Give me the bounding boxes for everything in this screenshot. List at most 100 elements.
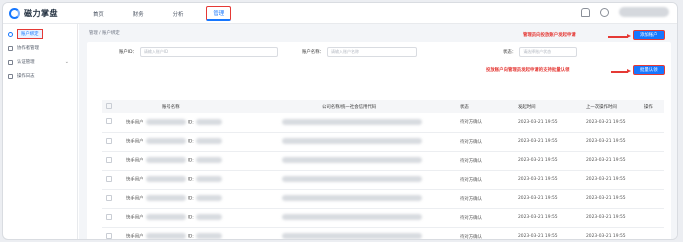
- row-checkbox[interactable]: [106, 213, 112, 220]
- logo[interactable]: 磁力掌盘: [9, 7, 58, 19]
- redacted-name: [145, 214, 186, 221]
- nav-home[interactable]: 首页: [87, 8, 110, 20]
- redacted-id: [195, 119, 222, 125]
- row-checkbox[interactable]: [106, 194, 112, 201]
- cell-created: 2023-03-21 19:55: [518, 151, 586, 171]
- breadcrumb: 管理 / 账户绑定: [89, 31, 120, 36]
- table-row[interactable]: 快手用户 ID: 待对方确认 2023-03-21 19:55 2023-03-21 1…: [102, 170, 664, 190]
- sidebar-item-collaborators[interactable]: 协作者管理: [3, 41, 77, 55]
- nav-finance[interactable]: 财务: [127, 8, 150, 20]
- redacted-company: [282, 138, 422, 145]
- bulk-claim-button[interactable]: 批量认领: [633, 65, 665, 75]
- cell-created: 2023-03-21 19:55: [518, 170, 586, 190]
- row-select[interactable]: [102, 113, 122, 133]
- nav-analysis[interactable]: 分析: [167, 8, 190, 20]
- cell-account-name: 快手用户 ID:: [122, 132, 282, 152]
- filter-account-name: 账户名称： 请输入账户名称: [302, 47, 417, 57]
- cell-actions[interactable]: [644, 132, 664, 152]
- cell-updated: 2023-03-21 19:55: [586, 132, 644, 152]
- table-row[interactable]: 快手用户 ID: 待对方确认 2023-03-21 19:55 2023-03-21 1…: [102, 227, 664, 240]
- select-all-checkbox[interactable]: [106, 102, 112, 109]
- cell-updated: 2023-03-21 19:55: [586, 151, 644, 171]
- account-id-label: ID:: [187, 120, 194, 126]
- cell-status: 待对方确认: [460, 189, 518, 209]
- row-checkbox[interactable]: [106, 118, 112, 125]
- account-id-input[interactable]: 请输入账户ID: [139, 47, 278, 57]
- redacted-name: [145, 176, 186, 183]
- redacted-name: [145, 195, 186, 202]
- table-row[interactable]: 快手用户 ID: 待对方确认 2023-03-21 19:55 2023-03-21 1…: [102, 151, 664, 171]
- redacted-id: [195, 138, 222, 145]
- accounts-table: 账号名称 公司名称/统一社会信用代码 状态 发起时间 上一次操作时间 操作 快手…: [102, 100, 664, 240]
- row-checkbox[interactable]: [106, 175, 112, 182]
- account-id-label: ID:: [187, 196, 194, 202]
- table-row[interactable]: 快手用户 ID: 待对方确认 2023-03-21 19:55 2023-03-21 1…: [102, 208, 664, 228]
- chevron-down-icon: ⌄: [64, 59, 69, 65]
- account-name: 快手用户: [126, 139, 144, 145]
- cell-actions[interactable]: [644, 151, 664, 171]
- sidebar-item-label: 账户绑定: [17, 29, 43, 39]
- row-checkbox[interactable]: [106, 137, 112, 144]
- account-name: 快手用户: [126, 177, 144, 183]
- cell-status: 待对方确认: [460, 170, 518, 190]
- row-checkbox[interactable]: [106, 156, 112, 163]
- header-created: 发起时间: [518, 100, 586, 113]
- cell-account-name: 快手用户 ID:: [122, 170, 282, 190]
- add-account-button[interactable]: 添加账户: [633, 30, 665, 40]
- cell-actions[interactable]: [644, 227, 664, 239]
- cell-actions[interactable]: [644, 208, 664, 228]
- cell-created: 2023-03-21 19:55: [518, 208, 586, 228]
- cell-status: 待对方确认: [460, 151, 518, 171]
- account-name-input[interactable]: 请输入账户名称: [326, 47, 417, 57]
- account-id-label: ID:: [187, 158, 194, 164]
- cell-status: 待对方确认: [460, 208, 518, 228]
- cell-actions[interactable]: [644, 170, 664, 190]
- sidebar-item-label: 认证管理: [17, 60, 35, 65]
- row-select[interactable]: [102, 132, 122, 152]
- redacted-company: [282, 157, 422, 164]
- sidebar-item-certification[interactable]: 认证管理 ⌄: [3, 55, 77, 69]
- account-id-label: ID:: [187, 177, 194, 183]
- status-select[interactable]: 请选择账户状态: [519, 47, 578, 57]
- account-name: 快手用户: [126, 158, 144, 164]
- bell-icon[interactable]: [581, 7, 590, 17]
- header-actions: 操作: [644, 100, 664, 113]
- row-checkbox[interactable]: [106, 232, 112, 239]
- row-select[interactable]: [102, 170, 122, 190]
- row-select[interactable]: [102, 208, 122, 228]
- filter-label: 账户名称：: [302, 50, 324, 55]
- table-row[interactable]: 快手用户 ID: 待对方确认 2023-03-21 19:55 2023-03-21 1…: [102, 132, 664, 152]
- bind-note: 管理员向投放账户发起申请: [523, 33, 576, 38]
- cell-company: [282, 170, 460, 190]
- cell-status: 待对方确认: [460, 227, 518, 239]
- nav-manage[interactable]: 管理: [206, 6, 232, 21]
- log-icon: [8, 73, 13, 79]
- table-row[interactable]: 快手用户 ID: 待对方确认 2023-03-21 19:55 2023-03-21 1…: [102, 113, 664, 133]
- user-avatar[interactable]: [619, 7, 669, 17]
- header-select[interactable]: [102, 100, 122, 113]
- cell-company: [282, 113, 460, 133]
- account-id-label: ID:: [187, 139, 194, 145]
- redacted-name: [145, 138, 186, 145]
- row-select[interactable]: [102, 151, 122, 171]
- cell-account-name: 快手用户 ID:: [122, 189, 282, 209]
- account-id-label: ID:: [187, 234, 194, 240]
- row-select[interactable]: [102, 189, 122, 209]
- sidebar-item-label: 操作日志: [17, 74, 35, 79]
- link-icon: [8, 31, 13, 37]
- cell-actions[interactable]: [644, 113, 664, 133]
- header-status: 状态: [460, 100, 518, 113]
- cell-company: [282, 132, 460, 152]
- table-row[interactable]: 快手用户 ID: 待对方确认 2023-03-21 19:55 2023-03-21 1…: [102, 189, 664, 209]
- redacted-id: [195, 214, 222, 221]
- cell-account-name: 快手用户 ID:: [122, 113, 282, 133]
- sidebar-item-account-binding[interactable]: 账户绑定: [3, 27, 77, 41]
- filter-status: 状态： 请选择账户状态: [503, 47, 578, 57]
- filter-label: 状态：: [503, 50, 517, 55]
- cell-updated: 2023-03-21 19:55: [586, 189, 644, 209]
- help-icon[interactable]: [600, 7, 609, 17]
- row-select[interactable]: [102, 227, 122, 239]
- sidebar-item-logs[interactable]: 操作日志: [3, 69, 77, 83]
- account-name: 快手用户: [126, 120, 144, 126]
- cell-actions[interactable]: [644, 189, 664, 209]
